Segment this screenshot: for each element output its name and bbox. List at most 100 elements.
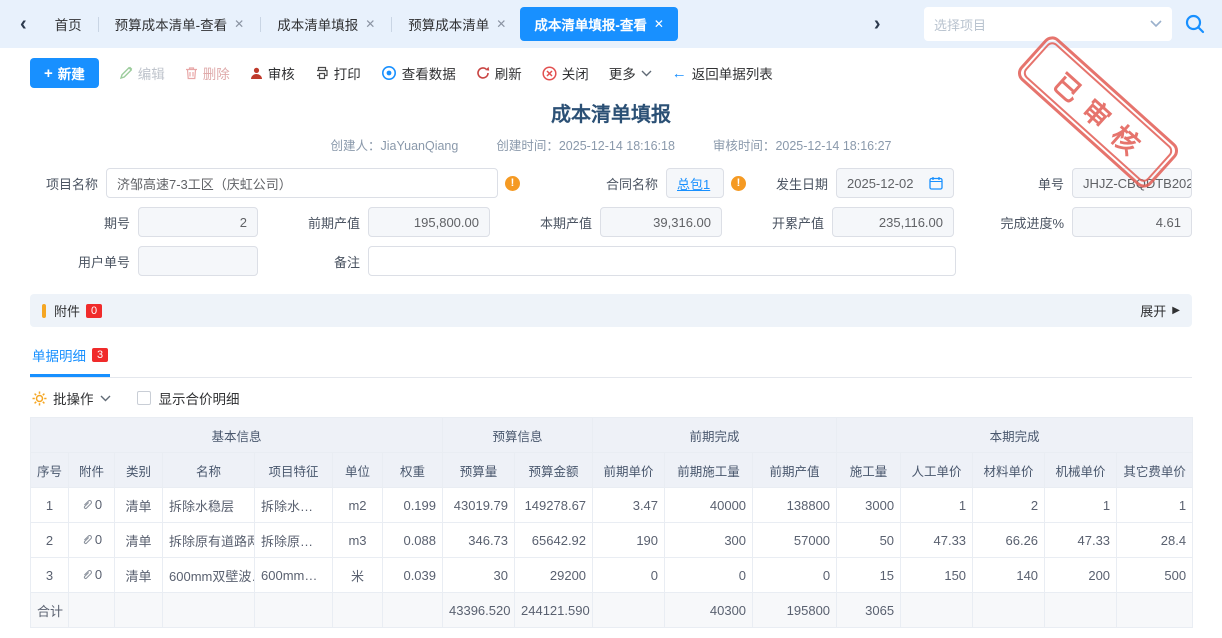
cell-budget_qty: 346.73 (443, 523, 515, 558)
table-total-row: 合计43396.520244121.590403001958003065 (31, 593, 1193, 628)
total-cell-prev_price (593, 593, 665, 628)
current-output-field[interactable]: 39,316.00 (600, 207, 722, 237)
cell-cur_qty: 50 (837, 523, 901, 558)
doc-meta: 创建人：JiaYuanQiang 创建时间：2025-12-14 18:16:1… (30, 135, 1192, 154)
cell-prev_value: 57000 (753, 523, 837, 558)
cell-category: 清单 (115, 488, 163, 523)
tabs-back-chevron-icon[interactable]: ‹ (14, 13, 33, 36)
cell-mat_price: 66.26 (973, 523, 1045, 558)
progress-field[interactable]: 4.61 (1072, 207, 1192, 237)
close-icon[interactable]: ✕ (496, 17, 506, 31)
batch-operation-button[interactable]: 批操作 (32, 388, 111, 408)
cell-labor_price: 150 (901, 558, 973, 593)
cell-attach: 0 (69, 488, 115, 523)
total-cell-idx: 合计 (31, 593, 69, 628)
cell-budget_qty: 43019.79 (443, 488, 515, 523)
period-field[interactable]: 2 (138, 207, 258, 237)
detail-tabs: 单据明细 3 (30, 339, 1192, 378)
prev-output-field[interactable]: 195,800.00 (368, 207, 490, 237)
column-header-prev_price: 前期单价 (593, 453, 665, 488)
cell-unit: m3 (333, 523, 383, 558)
more-button[interactable]: 更多 (609, 63, 652, 83)
edit-button[interactable]: 编辑 (119, 63, 165, 83)
delete-button[interactable]: 删除 (185, 63, 230, 83)
cell-labor_price: 47.33 (901, 523, 973, 558)
project-name-field[interactable]: 济邹高速7-3工区（庆虹公司） (106, 168, 498, 198)
project-select[interactable]: 选择项目 (924, 7, 1172, 41)
refresh-icon (476, 66, 490, 80)
calendar-icon[interactable] (929, 176, 943, 190)
cumulative-output-field[interactable]: 235,116.00 (832, 207, 954, 237)
gear-icon (32, 391, 47, 406)
column-header-category: 类别 (115, 453, 163, 488)
column-header-weight: 权重 (383, 453, 443, 488)
search-icon[interactable] (1182, 11, 1208, 37)
contract-name-field[interactable]: 总包1 (666, 168, 724, 198)
cell-budget_amt: 65642.92 (515, 523, 593, 558)
cell-weight: 0.199 (383, 488, 443, 523)
cell-feature: 600mm… (255, 558, 333, 593)
cell-attach: 0 (69, 523, 115, 558)
group-header: 本期完成 (837, 418, 1193, 453)
cell-prev_qty: 40000 (665, 488, 753, 523)
cell-prev_value: 138800 (753, 488, 837, 523)
printer-icon (315, 66, 329, 80)
tab-cost-list-fill-view-active[interactable]: 成本清单填报-查看✕ (520, 7, 678, 41)
attachment-bar[interactable]: 附件 0 展开 ▶ (30, 294, 1192, 327)
cell-category: 清单 (115, 523, 163, 558)
audit-button[interactable]: 审核 (250, 63, 295, 83)
cell-budget_amt: 29200 (515, 558, 593, 593)
doc-no-field[interactable]: JHJZ-CBQDTB2025 (1072, 168, 1192, 198)
show-total-price-detail-checkbox[interactable]: 显示合价明细 (137, 388, 240, 408)
contract-link[interactable]: 总包1 (677, 174, 710, 193)
created-time: 创建时间：2025-12-14 18:16:18 (496, 135, 675, 154)
close-circle-icon (542, 66, 557, 81)
refresh-button[interactable]: 刷新 (476, 63, 522, 83)
expand-button[interactable]: 展开 ▶ (1140, 301, 1180, 320)
detail-count-badge: 3 (92, 348, 108, 362)
cell-labor_price: 1 (901, 488, 973, 523)
table-row[interactable]: 20清单拆除原有道路两…拆除原…m30.088346.7365642.92190… (31, 523, 1193, 558)
column-header-idx: 序号 (31, 453, 69, 488)
audited-time: 审核时间：2025-12-14 18:16:27 (713, 135, 892, 154)
cell-idx: 1 (31, 488, 69, 523)
tab-separator (98, 17, 99, 32)
back-to-list-button[interactable]: ← 返回单据列表 (672, 63, 773, 83)
occur-date-field[interactable]: 2025-12-02 (836, 168, 954, 198)
top-tab-bar: ‹ 首页 预算成本清单-查看✕ 成本清单填报✕ 预算成本清单✕ 成本清单填报-查… (0, 0, 1222, 48)
cell-feature: 拆除原… (255, 523, 333, 558)
tab-budget-cost-list-view[interactable]: 预算成本清单-查看✕ (101, 7, 259, 41)
tab-doc-detail[interactable]: 单据明细 3 (30, 339, 110, 377)
close-icon[interactable]: ✕ (234, 17, 244, 31)
print-button[interactable]: 打印 (315, 63, 361, 83)
tab-budget-cost-list[interactable]: 预算成本清单✕ (394, 7, 520, 41)
project-select-placeholder: 选择项目 (934, 15, 986, 34)
chevron-down-icon (100, 395, 111, 402)
group-header: 前期完成 (593, 418, 837, 453)
cell-name: 拆除水稳层 (163, 488, 255, 523)
total-cell-budget_qty: 43396.520 (443, 593, 515, 628)
remark-field[interactable] (368, 246, 956, 276)
cell-unit: 米 (333, 558, 383, 593)
close-doc-button[interactable]: 关闭 (542, 63, 589, 83)
cell-weight: 0.088 (383, 523, 443, 558)
view-data-button[interactable]: 查看数据 (381, 63, 456, 83)
table-row[interactable]: 10清单拆除水稳层拆除水…m20.19943019.79149278.673.4… (31, 488, 1193, 523)
tabs-forward-chevron-icon[interactable]: › (868, 13, 887, 36)
triangle-right-icon: ▶ (1172, 305, 1180, 316)
new-button[interactable]: +新建 (30, 58, 99, 88)
close-icon[interactable]: ✕ (654, 17, 664, 31)
tab-cost-list-fill[interactable]: 成本清单填报✕ (263, 7, 389, 41)
tab-home[interactable]: 首页 (41, 7, 96, 41)
toolbar: +新建 编辑 删除 审核 打印 查看数据 刷新 关闭 (30, 48, 1192, 96)
cell-budget_amt: 149278.67 (515, 488, 593, 523)
cell-other_price: 500 (1117, 558, 1193, 593)
user-doc-no-field[interactable] (138, 246, 258, 276)
column-header-mach_price: 机械单价 (1045, 453, 1117, 488)
close-icon[interactable]: ✕ (365, 17, 375, 31)
column-header-mat_price: 材料单价 (973, 453, 1045, 488)
info-icon[interactable] (731, 176, 746, 191)
info-icon[interactable] (505, 176, 520, 191)
table-row[interactable]: 30清单600mm双壁波…600mm…米0.039302920000015150… (31, 558, 1193, 593)
cell-prev_qty: 0 (665, 558, 753, 593)
